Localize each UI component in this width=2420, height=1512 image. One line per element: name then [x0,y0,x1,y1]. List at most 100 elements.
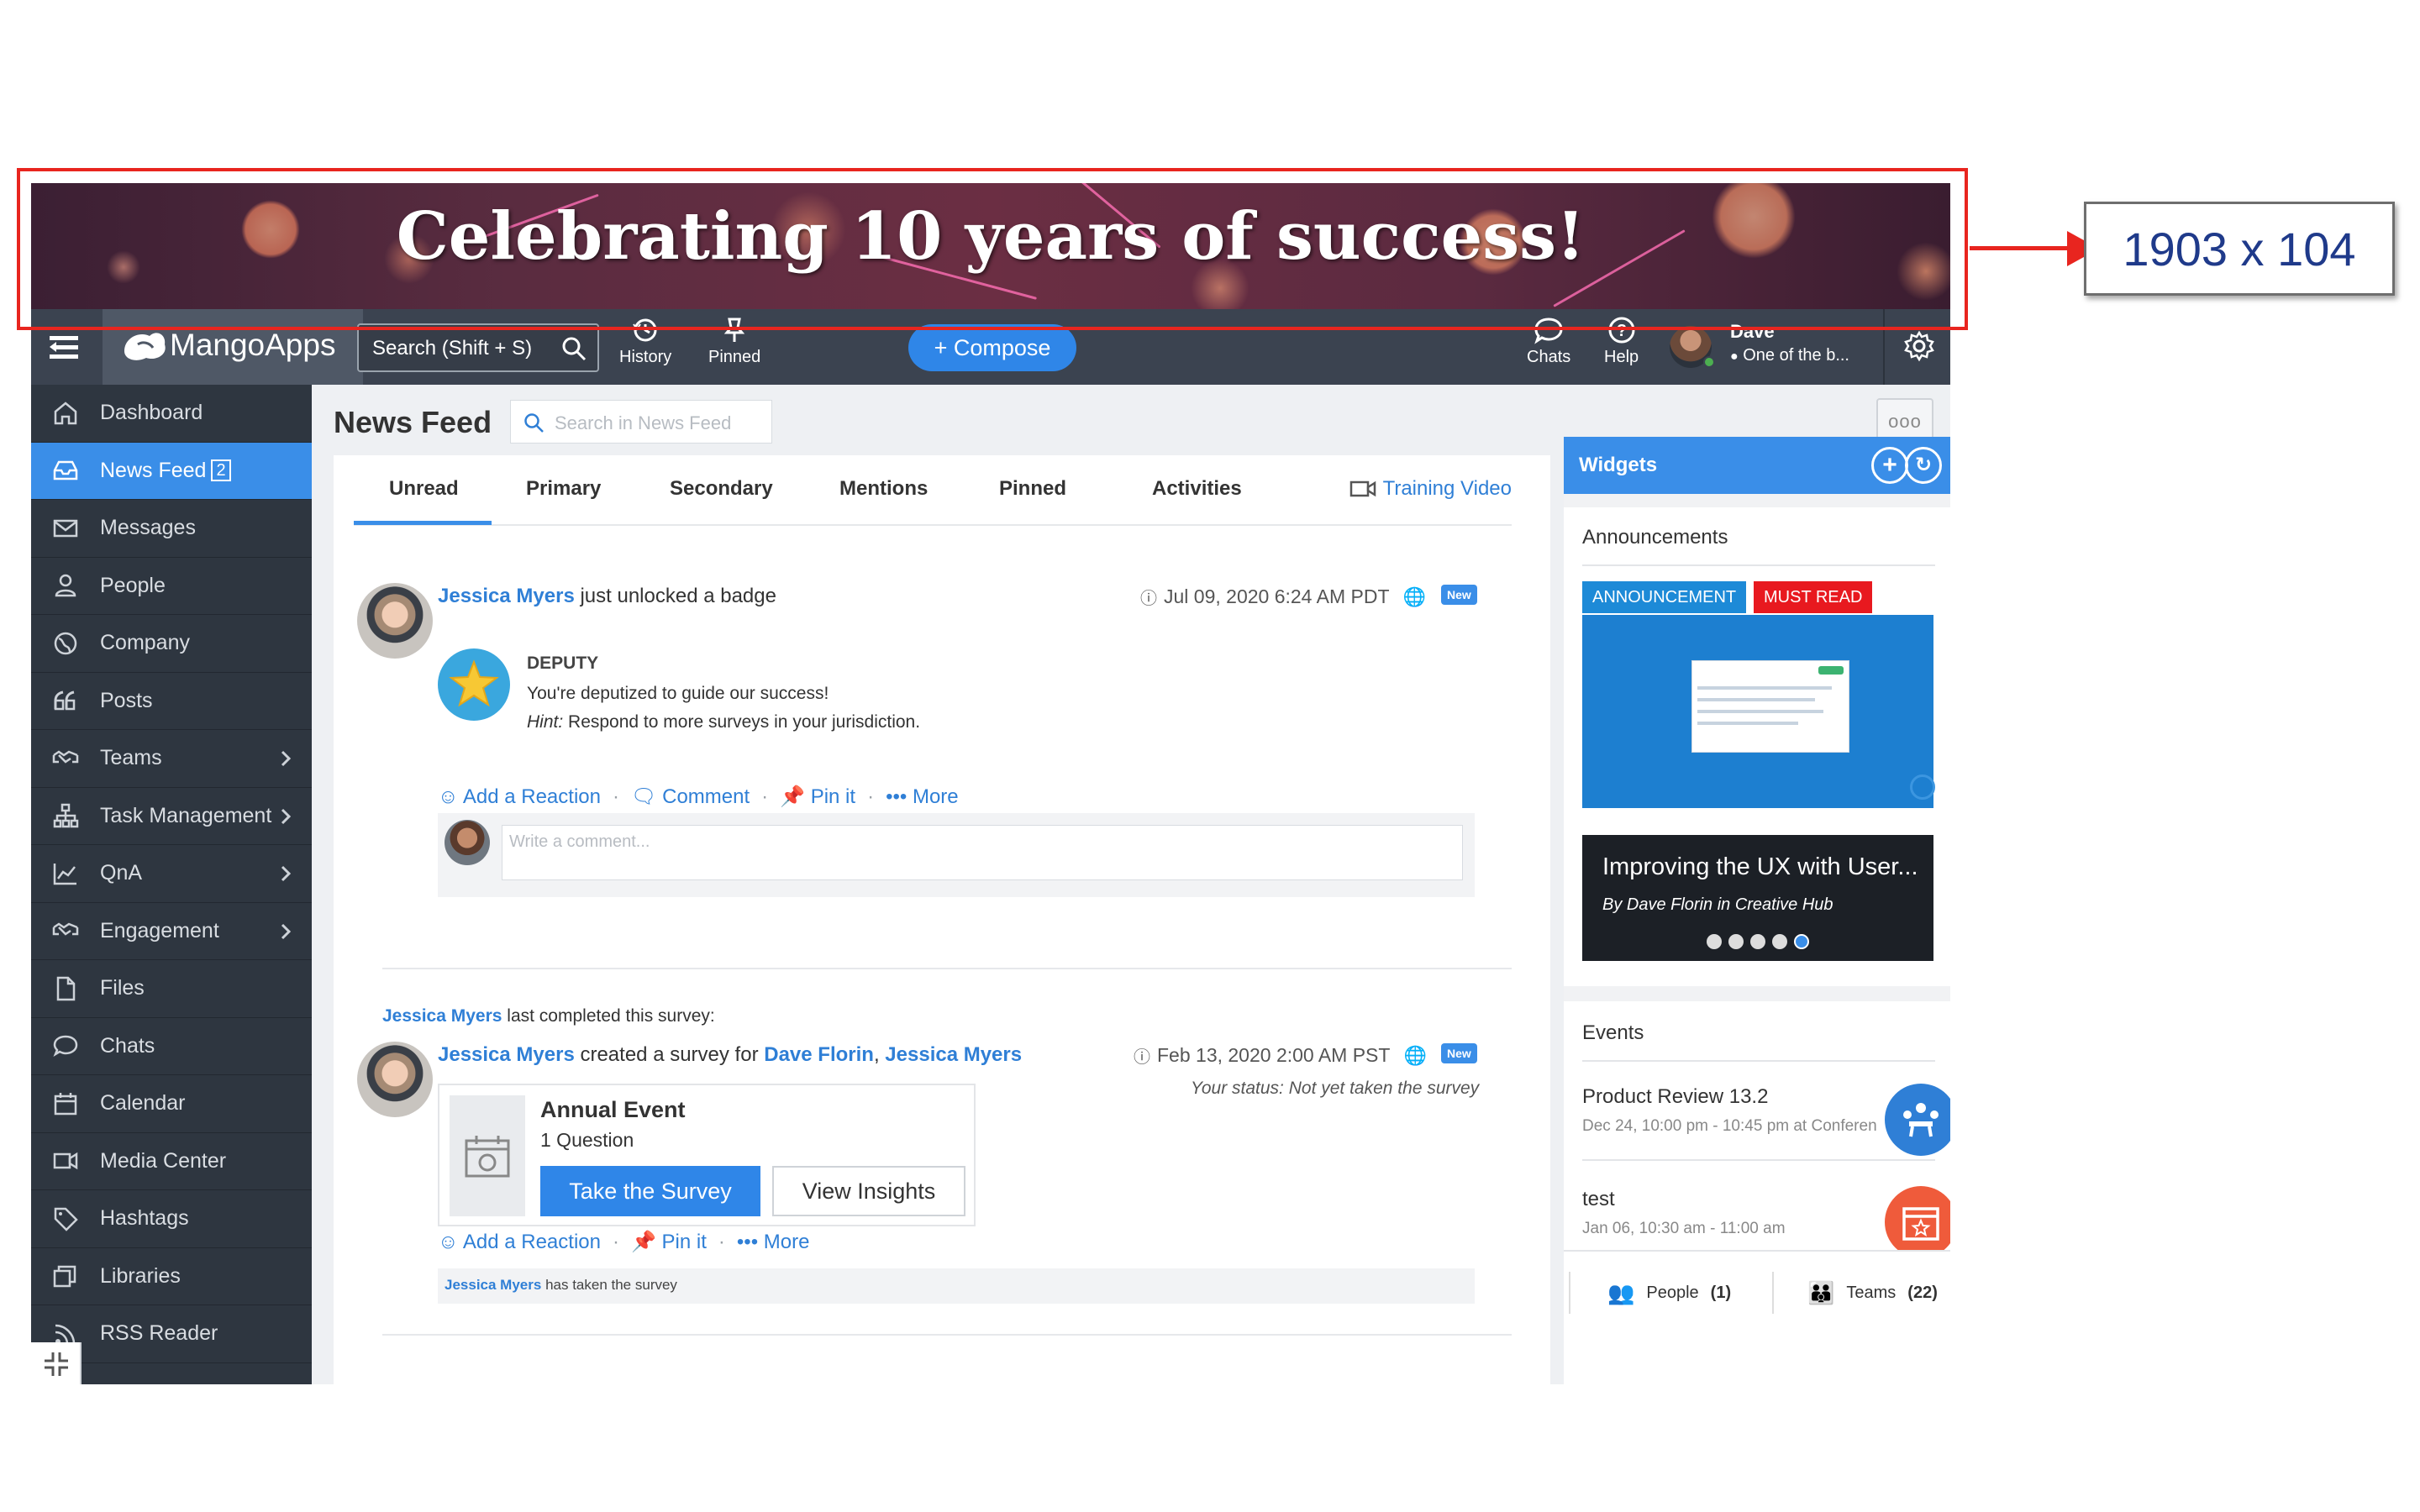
tab-pinned[interactable]: Pinned [999,477,1066,501]
sidebar-item-hashtags[interactable]: Hashtags [31,1190,312,1248]
sidebar-item-files[interactable]: Files [31,960,312,1018]
sidebar-item-dashboard[interactable]: Dashboard [31,385,312,443]
pin-icon [723,318,745,342]
pinned-button[interactable]: Pinned [708,316,760,367]
people-online-button[interactable]: 👥 People (1) [1607,1280,1731,1306]
news-feed-search-input[interactable]: Search in News Feed [510,400,772,444]
footer-author-link[interactable]: Jessica Myers [445,1277,541,1293]
globe-icon: 🌐 [1402,585,1426,607]
new-badge: New [1441,1043,1477,1063]
hamburger-menu-icon[interactable] [45,328,83,366]
post-divider [382,1334,1512,1336]
widgets-title: Widgets [1579,454,1658,476]
sidebar-item-messages[interactable]: Messages [31,500,312,558]
global-search-input[interactable]: Search (Shift + S) [357,323,599,372]
tab-activities[interactable]: Activities [1152,477,1242,501]
sidebar-item-qna[interactable]: QnA [31,845,312,903]
pin-button[interactable]: 📌 Pin it [631,1230,707,1254]
carousel-dot[interactable] [1707,934,1722,949]
badge-hint: Hint: Respond to more surveys in your ju… [527,712,920,732]
post-action-text: created a survey for [580,1043,759,1066]
context-author-link[interactable]: Jessica Myers [382,1006,502,1026]
sidebar-item-people[interactable]: People [31,558,312,615]
carousel-dot[interactable] [1772,934,1787,949]
sidebar-item-posts[interactable]: Posts [31,673,312,730]
comment-button[interactable]: 🗨 Comment [631,785,750,809]
refresh-icon[interactable]: ↻ [1905,447,1942,484]
tab-secondary[interactable]: Secondary [670,477,773,501]
sidebar-item-teams[interactable]: Teams [31,730,312,788]
more-button[interactable]: ••• More [886,785,959,809]
sidebar-item-calendar[interactable]: Calendar [31,1075,312,1133]
pin-button[interactable]: 📌 Pin it [780,785,855,809]
action-separator: · [761,785,769,808]
add-reaction-button[interactable]: ☺ Add a Reaction [438,785,601,809]
add-widget-icon[interactable]: + [1871,447,1908,484]
post-actions: ☺ Add a Reaction · 🗨 Comment · 📌 Pin it … [438,785,959,809]
sidebar-item-company[interactable]: Company [31,615,312,673]
sidebar-item-engagement[interactable]: Engagement [31,903,312,960]
training-video-link[interactable]: Training Video [1349,477,1512,501]
logo-area[interactable]: MangoApps [103,309,363,385]
history-button[interactable]: History [619,316,671,367]
compose-button[interactable]: + Compose [908,324,1076,371]
logo-text: MangoApps [170,328,336,362]
sidebar-item-label: RSS Reader [100,1321,218,1346]
event-name[interactable]: test [1582,1188,1615,1211]
add-reaction-button[interactable]: ☺ Add a Reaction [438,1231,601,1254]
sidebar-item-media-center[interactable]: Media Center [31,1133,312,1190]
help-icon: ? [1608,317,1635,344]
target-link[interactable]: Jessica Myers [885,1043,1022,1066]
events-title: Events [1582,1021,1644,1044]
top-navigation-bar: MangoApps Search (Shift + S) History Pin… [31,309,1950,385]
carousel-dot-active[interactable] [1794,934,1809,949]
page-title: News Feed [334,405,492,439]
author-avatar[interactable] [357,583,433,659]
sidebar-item-news-feed[interactable]: News Feed 2 [31,442,312,500]
user-status[interactable]: ● One of the b... [1730,346,1849,365]
teams-online-button[interactable]: 👪 Teams (22) [1807,1280,1938,1306]
sidebar-item-task-management[interactable]: Task Management [31,788,312,845]
person-icon [31,572,100,599]
new-badge: New [1441,585,1477,605]
view-insights-button[interactable]: View Insights [772,1166,965,1216]
commenter-avatar [445,820,490,865]
target-link[interactable]: Dave Florin [764,1043,874,1066]
author-link[interactable]: Jessica Myers [438,1043,575,1066]
comment-input[interactable]: Write a comment... [502,825,1463,880]
collapse-sidebar-button[interactable] [31,1342,82,1384]
chevron-right-icon[interactable] [278,748,293,774]
mangoapps-window: Celebrating 10 years of success! MangoAp… [31,183,1950,1384]
tab-unread[interactable]: Unread [389,477,459,501]
chat-bubble-icon [1534,318,1563,344]
carousel-dot[interactable] [1750,934,1765,949]
announcement-thumbnail[interactable] [1582,615,1935,808]
feed-tabs: Unread Primary Secondary Mentions Pinned… [354,455,1512,526]
chats-button[interactable]: Chats [1527,316,1570,367]
chat-icon [31,1032,100,1059]
carousel-dot[interactable] [1728,934,1744,949]
add-reaction-label: Add a Reaction [462,1230,601,1253]
help-button[interactable]: ? Help [1604,316,1639,367]
tab-mentions[interactable]: Mentions [839,477,928,501]
author-link[interactable]: Jessica Myers [438,585,575,607]
sidebar-item-chats[interactable]: Chats [31,1018,312,1075]
user-name[interactable]: Dave [1730,321,1775,343]
tab-primary[interactable]: Primary [526,477,601,501]
announcement-caption[interactable]: Improving the UX with User... By Dave Fl… [1582,835,1933,961]
chevron-right-icon[interactable] [278,806,293,832]
event-name[interactable]: Product Review 13.2 [1582,1085,1768,1109]
gear-icon[interactable] [1902,329,1936,363]
chevron-right-icon[interactable] [278,921,293,948]
chats-label: Chats [1527,348,1571,366]
author-avatar[interactable] [357,1042,433,1117]
take-survey-button[interactable]: Take the Survey [540,1166,760,1216]
sidebar-item-label: People [100,573,166,597]
news-feed-panel: Unread Primary Secondary Mentions Pinned… [334,455,1550,1384]
more-button[interactable]: ••• More [737,1231,810,1254]
sidebar-item-libraries[interactable]: Libraries [31,1248,312,1305]
org-chart-icon [31,802,100,829]
search-icon [524,413,544,433]
chevron-right-icon[interactable] [278,864,293,890]
post-timestamp: ⓘ Feb 13, 2020 2:00 AM PST 🌐 [1134,1043,1427,1068]
